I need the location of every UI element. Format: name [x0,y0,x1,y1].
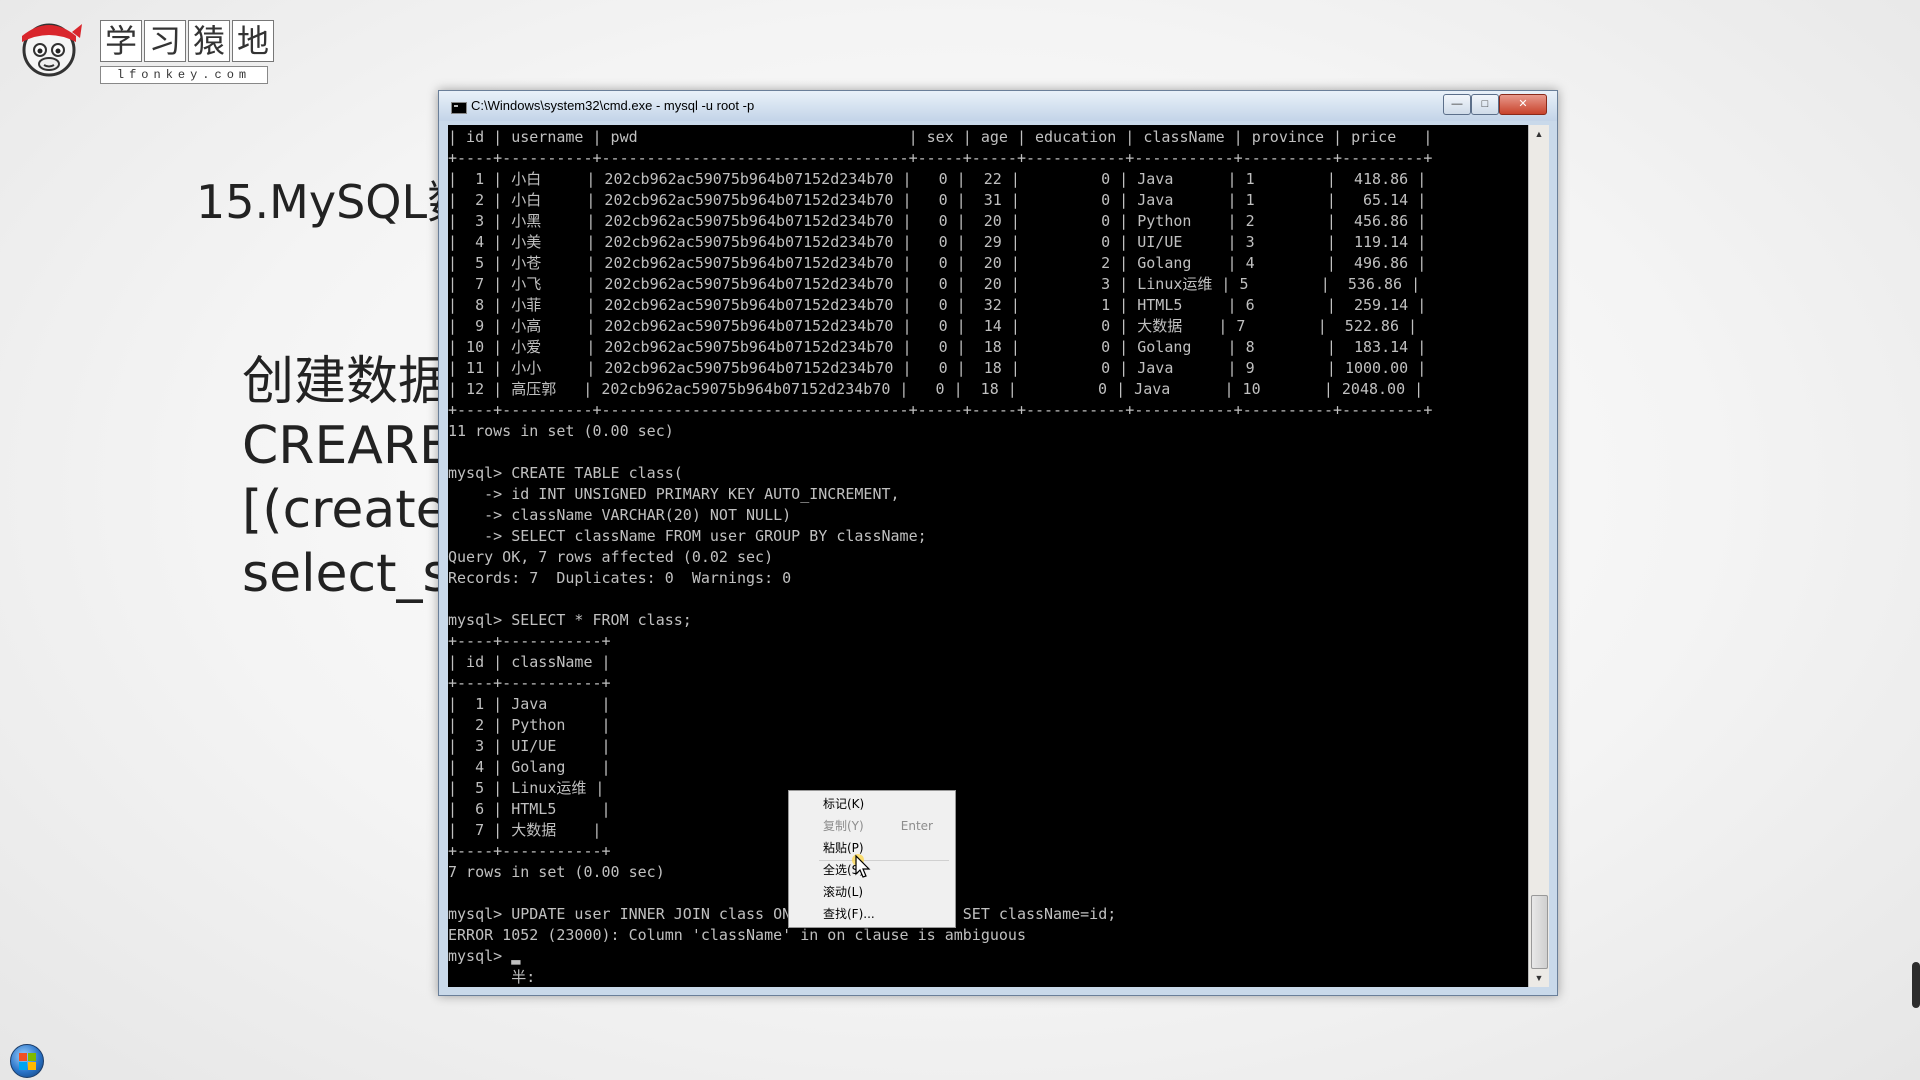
shortcut-label: Enter [900,819,933,833]
console-icon [451,102,467,114]
console-output[interactable]: | id | username | pwd | sex | age | educ… [448,125,1528,987]
mouse-cursor-icon [852,854,871,878]
windows-logo-icon [19,1053,27,1061]
scroll-up-icon[interactable]: ▲ [1529,125,1549,143]
logo-char: 地 [232,20,274,62]
logo-char: 习 [144,20,186,62]
logo-title: 学 习 猿 地 [100,20,274,62]
close-button[interactable]: ✕ [1499,94,1547,115]
logo-subtitle: lfonkey.com [100,66,268,84]
logo-char: 学 [100,20,142,62]
logo: 学 习 猿 地 lfonkey.com [16,10,274,84]
menu-item-copy[interactable]: 复制(Y) Enter [791,815,953,837]
scrollbar-thumb[interactable] [1531,895,1548,969]
window-title: C:\Windows\system32\cmd.exe - mysql -u r… [471,98,755,113]
menu-item-find[interactable]: 查找(F)... [791,903,953,925]
monkey-logo-icon [22,23,82,77]
slide-heading: 15.MySQL数 [196,175,474,229]
window-titlebar[interactable]: C:\Windows\system32\cmd.exe - mysql -u r… [439,91,1557,121]
vertical-scrollbar[interactable]: ▲ ▼ [1528,125,1549,987]
menu-item-scroll[interactable]: 滚动(L) [791,881,953,903]
minimize-button[interactable]: — [1443,94,1471,115]
scroll-down-icon[interactable]: ▼ [1529,969,1549,987]
console-text: | id | username | pwd | sex | age | educ… [448,128,1433,986]
windows-start-button[interactable] [10,1044,44,1078]
menu-item-mark[interactable]: 标记(K) [791,793,953,815]
cmd-window[interactable]: C:\Windows\system32\cmd.exe - mysql -u r… [438,90,1558,996]
maximize-button[interactable]: □ [1471,94,1499,115]
logo-char: 猿 [188,20,230,62]
slide-scroll-handle[interactable] [1912,962,1920,1008]
